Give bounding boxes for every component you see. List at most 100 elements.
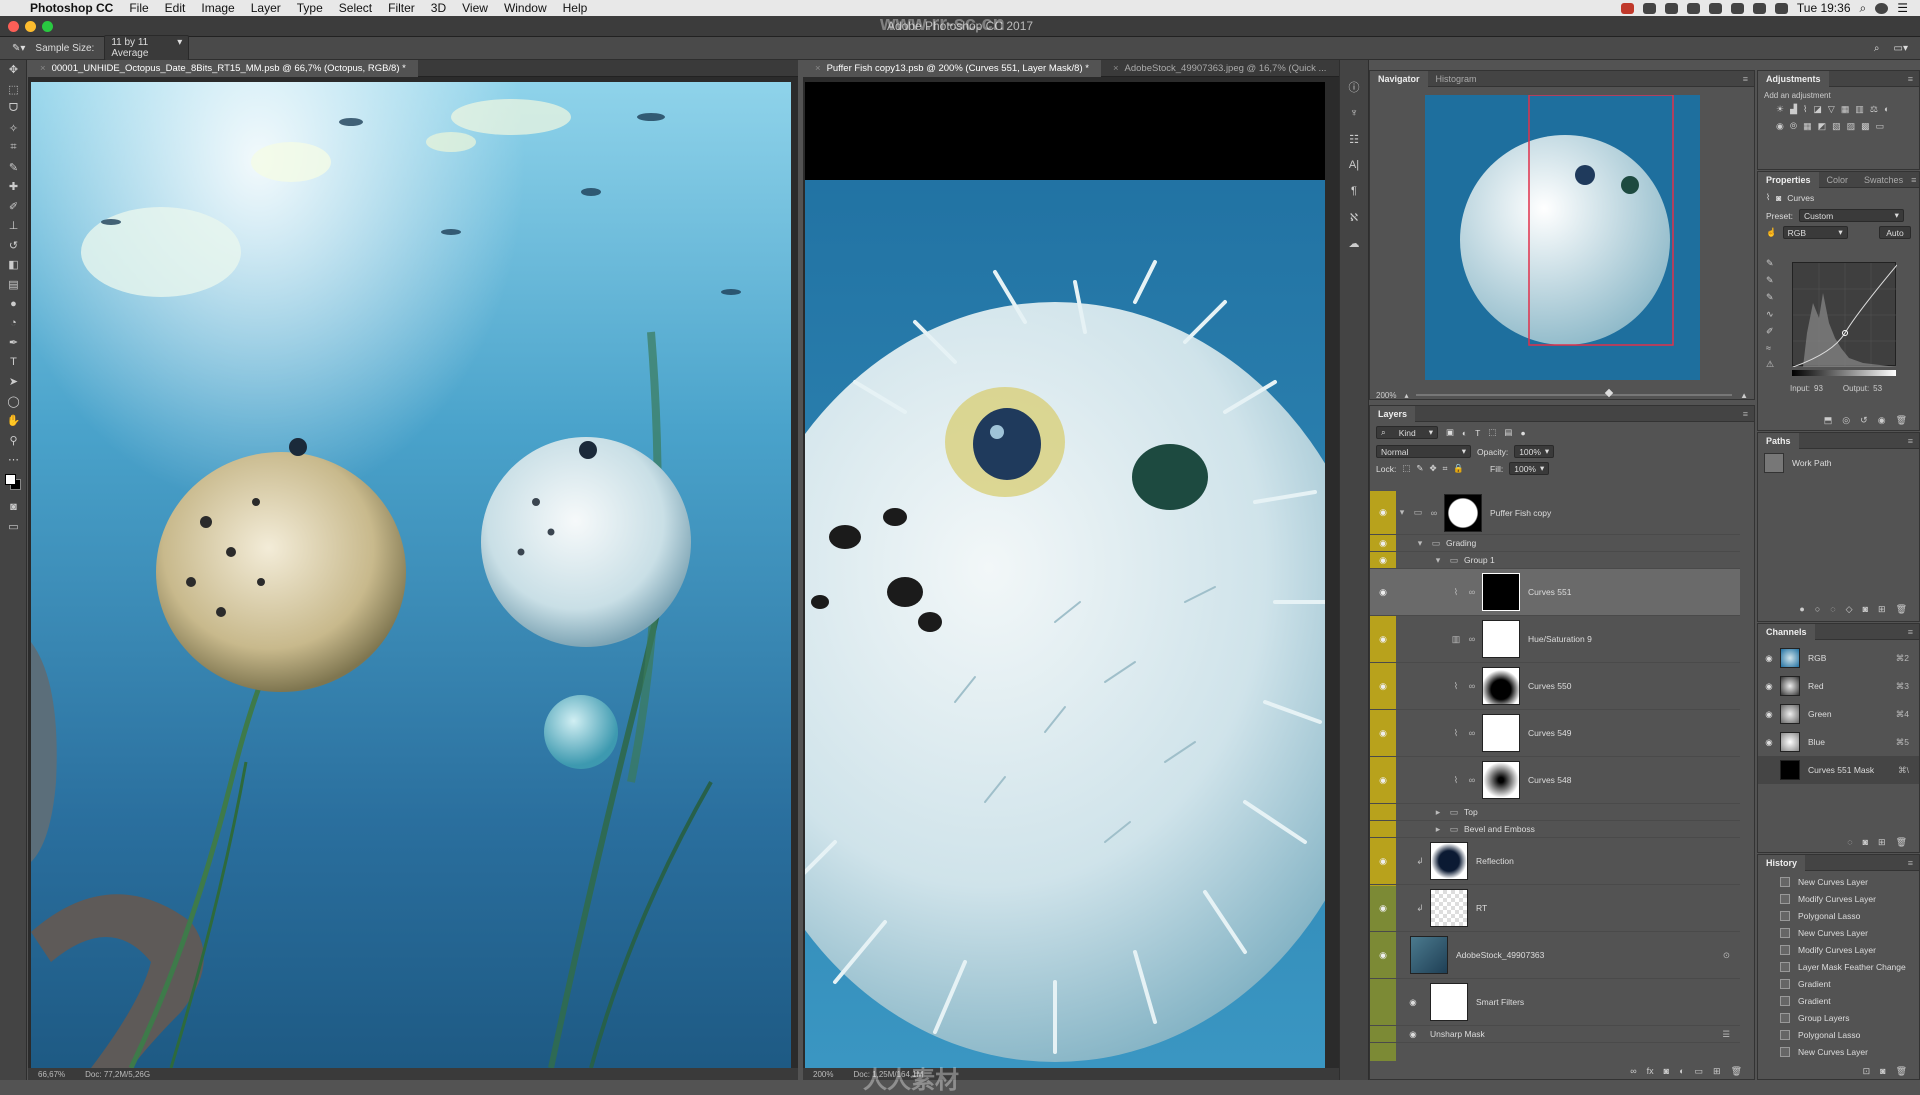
status-icon[interactable] bbox=[1620, 2, 1634, 14]
new-group-icon[interactable]: ▭ bbox=[1695, 1066, 1704, 1077]
layer-name[interactable]: Curves 549 bbox=[1528, 728, 1571, 738]
search-icon[interactable]: ⌕ bbox=[1860, 1, 1867, 16]
menu-edit[interactable]: Edit bbox=[157, 1, 194, 15]
menu-app[interactable]: Photoshop CC bbox=[22, 1, 121, 15]
link-icon[interactable]: ∞ bbox=[1466, 634, 1478, 644]
expand-arrow-icon[interactable]: ▾ bbox=[1432, 555, 1444, 566]
smart-filter-icon[interactable]: ⊙ bbox=[1723, 950, 1730, 961]
smart-object-thumbnail[interactable] bbox=[1410, 936, 1448, 974]
eye-icon[interactable]: ◉ bbox=[1370, 552, 1396, 568]
tab-adjustments[interactable]: Adjustments bbox=[1758, 70, 1829, 87]
layer-name[interactable]: Unsharp Mask bbox=[1430, 1029, 1485, 1039]
notification-center-icon[interactable]: ☰ bbox=[1897, 1, 1908, 15]
channel-select[interactable]: RGB ▾ bbox=[1782, 226, 1848, 239]
layer-name[interactable]: Top bbox=[1464, 807, 1478, 817]
sample-gray-eyedropper-icon[interactable]: ✎ bbox=[1766, 275, 1780, 286]
gradient-map-icon[interactable]: ▭ bbox=[1876, 121, 1885, 132]
close-window-button[interactable] bbox=[8, 21, 19, 32]
panel-menu-icon[interactable]: ≡ bbox=[1908, 74, 1919, 84]
selective-color-icon[interactable]: ▩ bbox=[1861, 121, 1870, 132]
targeted-adjustment-icon[interactable]: ☝ bbox=[1766, 227, 1777, 238]
layer-row-curves-550[interactable]: ◉ ⌇ ∞ Curves 550 bbox=[1370, 663, 1740, 710]
document-size[interactable]: Doc: 77,2M/5,26G bbox=[85, 1070, 150, 1079]
auto-button[interactable]: Auto bbox=[1879, 226, 1911, 239]
eye-icon[interactable]: ◉ bbox=[1370, 838, 1396, 884]
lock-position-icon[interactable]: ✥ bbox=[1429, 463, 1436, 474]
layer-row-hue-saturation-9[interactable]: ◉ ▥ ∞ Hue/Saturation 9 bbox=[1370, 616, 1740, 663]
view-previous-icon[interactable]: ◎ bbox=[1842, 415, 1850, 426]
character-icon[interactable]: A| bbox=[1340, 152, 1368, 178]
healing-brush-tool-icon[interactable]: ✚ bbox=[0, 177, 27, 197]
filter-adjustment-icon[interactable]: ◐ bbox=[1462, 428, 1467, 438]
slider-thumb[interactable] bbox=[1604, 388, 1614, 398]
hand-tool-icon[interactable]: ✋ bbox=[0, 411, 27, 431]
cloud-icon[interactable]: ☁ bbox=[1340, 230, 1368, 256]
lock-transparent-icon[interactable]: ⬚ bbox=[1402, 463, 1410, 474]
tab-color[interactable]: Color bbox=[1819, 172, 1857, 188]
curves-graph[interactable] bbox=[1792, 262, 1898, 368]
layer-name[interactable]: Reflection bbox=[1476, 856, 1514, 866]
visibility-icon[interactable]: ◉ bbox=[1878, 415, 1886, 426]
output-value[interactable]: 53 bbox=[1873, 384, 1882, 393]
history-item[interactable]: New Curves Layer bbox=[1758, 873, 1919, 890]
expand-arrow-icon[interactable]: ▸ bbox=[1432, 824, 1444, 835]
trash-icon[interactable]: 🗑 bbox=[1896, 1066, 1907, 1077]
filter-shape-icon[interactable]: ⬚ bbox=[1488, 427, 1496, 438]
layer-row-curves-549[interactable]: ◉ ⌇ ∞ Curves 549 bbox=[1370, 710, 1740, 757]
document-tab-pufferfish[interactable]: × Puffer Fish copy13.psb @ 200% (Curves 5… bbox=[803, 59, 1101, 77]
glyphs-icon[interactable]: ℵ bbox=[1340, 204, 1368, 230]
filter-pixel-icon[interactable]: ▣ bbox=[1446, 427, 1454, 438]
expand-arrow-icon[interactable]: ▾ bbox=[1414, 538, 1426, 549]
layer-row-reflection[interactable]: ◉ ↲ Reflection bbox=[1370, 838, 1740, 885]
more-tools-icon[interactable]: ⋯ bbox=[0, 450, 27, 470]
eye-icon[interactable]: ◉ bbox=[1370, 569, 1396, 615]
layer-mask-thumbnail[interactable] bbox=[1482, 573, 1520, 611]
stroke-path-icon[interactable]: ○ bbox=[1815, 604, 1820, 614]
eraser-tool-icon[interactable]: ◧ bbox=[0, 255, 27, 275]
panel-menu-icon[interactable]: ≡ bbox=[1908, 436, 1919, 446]
history-item[interactable]: New Curves Layer bbox=[1758, 1043, 1919, 1060]
eye-icon[interactable]: ◉ bbox=[1370, 932, 1396, 978]
expand-arrow-icon[interactable]: ▾ bbox=[1396, 507, 1408, 518]
quick-mask-icon[interactable]: ◙ bbox=[0, 498, 27, 518]
dodge-tool-icon[interactable]: ◔ bbox=[0, 314, 27, 334]
layer-mask-thumbnail[interactable] bbox=[1444, 493, 1482, 532]
menu-view[interactable]: View bbox=[454, 1, 496, 15]
layer-row-smart-filters[interactable]: ◉ Smart Filters bbox=[1370, 979, 1740, 1026]
pen-tool-icon[interactable]: ✒ bbox=[0, 333, 27, 353]
invert-icon[interactable]: ◩ bbox=[1818, 121, 1827, 132]
new-layer-icon[interactable]: ⊞ bbox=[1713, 1066, 1721, 1077]
layer-row-curves-548[interactable]: ◉ ⌇ ∞ Curves 548 bbox=[1370, 757, 1740, 804]
posterize-icon[interactable]: ▧ bbox=[1832, 121, 1841, 132]
tab-swatches[interactable]: Swatches bbox=[1856, 172, 1911, 188]
channel-row-rgb[interactable]: ◉ RGB ⌘2 bbox=[1758, 644, 1919, 672]
marquee-tool-icon[interactable]: ⬚ bbox=[0, 80, 27, 100]
document-tab-adobestock[interactable]: × AdobeStock_49907363.jpeg @ 16,7% (Quick… bbox=[1101, 60, 1338, 77]
link-icon[interactable]: ∞ bbox=[1466, 587, 1478, 597]
new-channel-icon[interactable]: ⊞ bbox=[1878, 837, 1886, 848]
history-item[interactable]: Polygonal Lasso bbox=[1758, 907, 1919, 924]
panel-menu-icon[interactable]: ≡ bbox=[1908, 858, 1919, 868]
opacity-input[interactable]: 100% ▾ bbox=[1514, 445, 1555, 458]
preset-select[interactable]: Custom ▾ bbox=[1798, 209, 1904, 222]
user-avatar-icon[interactable] bbox=[1875, 2, 1889, 14]
screen-mode-icon[interactable]: ▭ bbox=[0, 517, 27, 537]
zoom-tool-icon[interactable]: ⚲ bbox=[0, 431, 27, 451]
layer-mask-thumbnail[interactable] bbox=[1482, 714, 1520, 752]
add-mask-icon[interactable]: ◙ bbox=[1863, 604, 1868, 614]
brightness-contrast-icon[interactable]: ☀ bbox=[1776, 104, 1784, 115]
zoom-out-icon[interactable]: ▴ bbox=[1404, 391, 1408, 400]
zoom-level[interactable]: 66,67% bbox=[38, 1070, 65, 1079]
airplay-icon[interactable] bbox=[1752, 2, 1766, 14]
layer-row-unsharp-mask[interactable]: ◉ Unsharp Mask ☰ bbox=[1370, 1026, 1740, 1043]
lock-artboard-icon[interactable]: ⌗ bbox=[1443, 463, 1448, 474]
eye-icon[interactable]: ◉ bbox=[1370, 535, 1396, 551]
eyedropper-tool-icon[interactable]: ✎ bbox=[0, 158, 27, 178]
navigator-preview[interactable] bbox=[1425, 95, 1700, 380]
history-item[interactable]: Polygonal Lasso bbox=[1758, 1026, 1919, 1043]
layer-row-grading[interactable]: ◉ ▾ ▭ Grading bbox=[1370, 535, 1740, 552]
history-item[interactable]: Modify Curves Layer bbox=[1758, 890, 1919, 907]
channel-row-mask[interactable]: Curves 551 Mask ⌘\ bbox=[1758, 756, 1919, 784]
menu-3d[interactable]: 3D bbox=[423, 1, 454, 15]
canvas-pufferfish[interactable] bbox=[805, 82, 1325, 1068]
